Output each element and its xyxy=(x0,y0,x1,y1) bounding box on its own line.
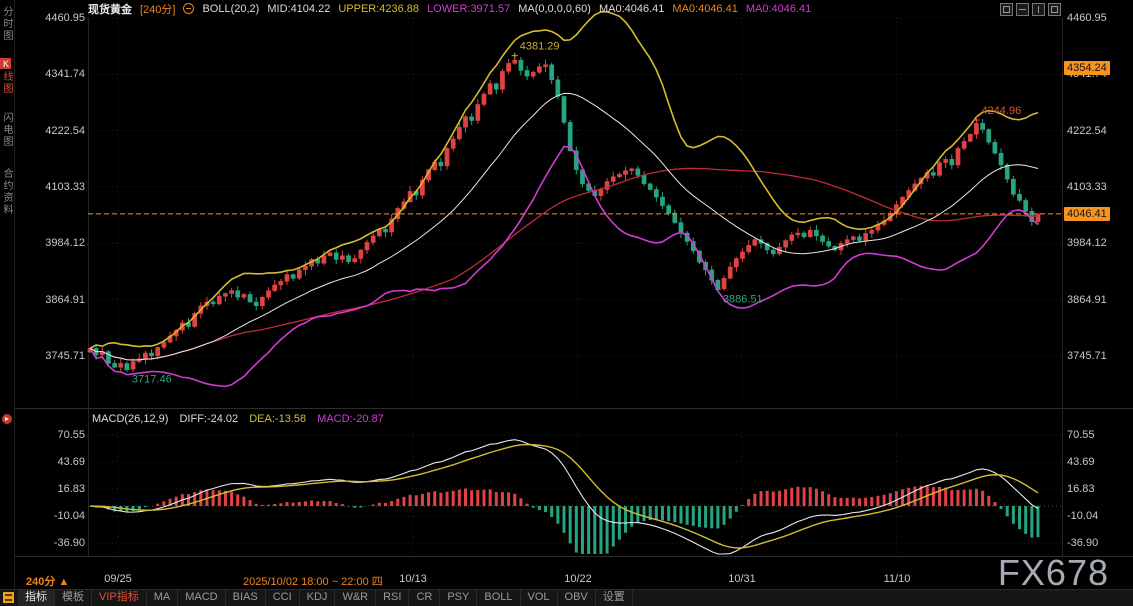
toolbar-tab[interactable]: CCI xyxy=(266,590,300,606)
quad-layout-icon[interactable] xyxy=(1048,3,1061,16)
toolbar-tab-settings[interactable]: 设置 xyxy=(596,590,633,606)
price-annotation: 4381.29 xyxy=(520,41,560,53)
chart-header: 现货黄金 [240分] BOLL(20,2) MID:4104.22 UPPER… xyxy=(88,0,811,17)
price-annotation: 4244.96 xyxy=(981,105,1021,117)
collapse-indicator-icon[interactable] xyxy=(183,3,194,14)
toolbar-tab[interactable]: BOLL xyxy=(477,590,520,606)
boll-upper-value: UPPER:4236.88 xyxy=(338,3,419,15)
panel-toggle-icon[interactable] xyxy=(2,414,12,424)
sidebar-item-time-chart[interactable]: 分时图 xyxy=(1,6,14,42)
period-tag[interactable]: [240分] xyxy=(140,1,175,17)
toolbar-tab[interactable]: OBV xyxy=(558,590,596,606)
toolbar-tab[interactable]: RSI xyxy=(376,590,409,606)
boll-lower-value: LOWER:3971.57 xyxy=(427,3,510,15)
kline-badge: K xyxy=(0,58,11,69)
ma0-value-1: MA0:4046.41 xyxy=(599,3,664,15)
boll-mid-value: MID:4104.22 xyxy=(267,3,330,15)
horizontal-split-icon[interactable] xyxy=(1016,3,1029,16)
vertical-split-icon[interactable] xyxy=(1032,3,1045,16)
toolbar-tab[interactable]: MACD xyxy=(178,590,225,606)
toolbar-tab[interactable]: PSY xyxy=(440,590,477,606)
boll-label: BOLL(20,2) xyxy=(202,3,259,15)
toolbar-tab[interactable]: CR xyxy=(409,590,440,606)
ma-label: MA(0,0,0,0,60) xyxy=(518,3,591,15)
toolbar-tab[interactable]: 模板 xyxy=(55,590,92,606)
toolbar-tab[interactable]: MA xyxy=(147,590,179,606)
price-annotation: 3886.51 xyxy=(723,293,763,305)
toolbar-tab[interactable]: W&R xyxy=(335,590,376,606)
ma0-value-3: MA0:4046.41 xyxy=(746,3,811,15)
instrument-name: 现货黄金 xyxy=(88,1,132,17)
chart-type-sidebar: 分时图 K线图 闪电图 合约资料 xyxy=(0,0,15,606)
indicator-toolbar: 指标模板VIP指标MAMACDBIASCCIKDJW&RRSICRPSYBOLL… xyxy=(0,589,1133,606)
toolbar-tab[interactable]: BIAS xyxy=(226,590,266,606)
toolbar-tab[interactable]: VIP指标 xyxy=(92,590,147,606)
grid-layout-icon[interactable] xyxy=(1000,3,1013,16)
sidebar-item-lightning-chart[interactable]: 闪电图 xyxy=(1,112,14,148)
price-annotation: 3717.46 xyxy=(132,373,172,385)
candlestick-chart-canvas[interactable]: 4381.29 4244.96 3886.51 3717.46 xyxy=(0,0,1133,606)
sidebar-item-contract-info[interactable]: 合约资料 xyxy=(1,168,14,216)
layout-toolbar xyxy=(1000,3,1061,16)
toolbar-tab[interactable]: 指标 xyxy=(18,590,55,606)
sidebar-item-kline-chart[interactable]: K线图 xyxy=(1,58,14,95)
indicator-panel-icon[interactable] xyxy=(3,592,14,603)
ma0-value-2: MA0:4046.41 xyxy=(672,3,737,15)
trading-chart-app: 4381.29 4244.96 3886.51 3717.46 现货黄金 [240分]… xyxy=(0,0,1133,606)
toolbar-tab[interactable]: VOL xyxy=(521,590,558,606)
toolbar-tab[interactable]: KDJ xyxy=(300,590,336,606)
